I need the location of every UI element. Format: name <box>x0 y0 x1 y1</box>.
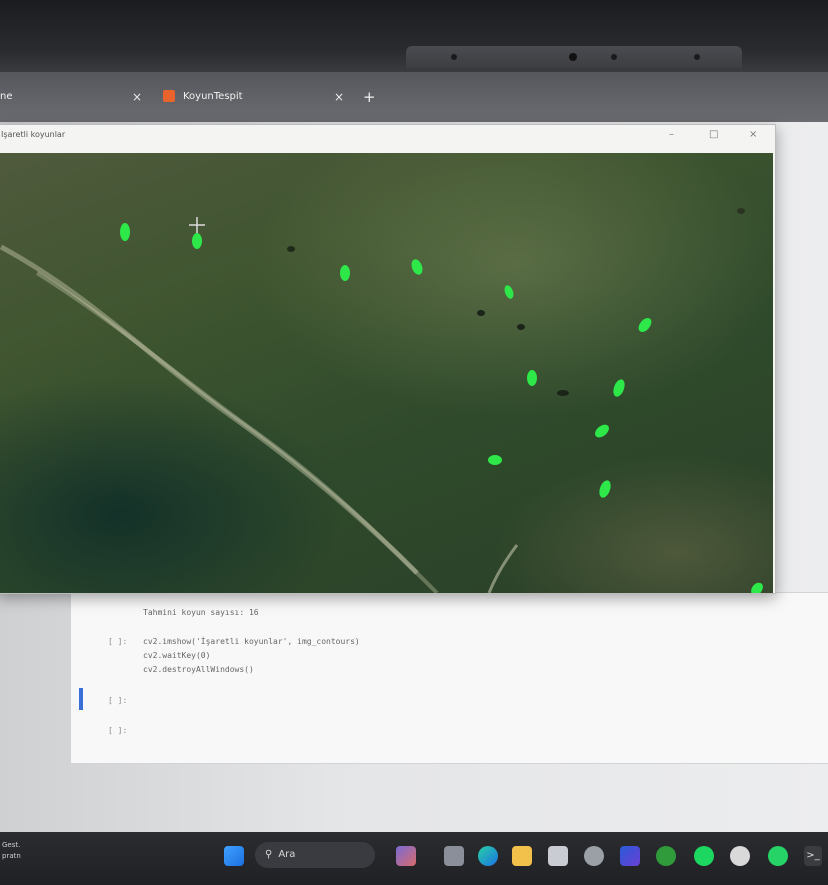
taskbar-weather[interactable]: Gest. pratn <box>2 840 21 862</box>
cell-prompt[interactable]: [ ]: <box>108 726 127 735</box>
terminal-icon[interactable]: >_ <box>804 846 822 866</box>
shadow-spot <box>737 208 745 214</box>
opencv-window[interactable]: Işaretli koyunlar – □ × <box>0 124 776 594</box>
sensor-dot <box>451 54 457 60</box>
taskbar-side-text: pratn <box>2 852 21 860</box>
search-icon: ⚲ <box>265 849 273 860</box>
sensor-dot <box>611 54 617 60</box>
track-line <box>35 271 439 593</box>
webcam-bar <box>406 46 742 68</box>
active-cell-indicator <box>79 688 83 710</box>
new-tab-button[interactable]: + <box>363 82 376 112</box>
tab-notebook[interactable]: ne <box>0 82 13 112</box>
sheep-marker <box>751 582 763 593</box>
shadow-spot <box>477 310 485 316</box>
taskbar-search[interactable]: ⚲ Ara <box>255 842 375 868</box>
jupyter-icon <box>163 90 175 102</box>
sheep-marker <box>192 233 202 249</box>
track-line <box>487 544 519 593</box>
screen-photo: ne × KoyunTespit × + Tahmini koyun sayıs… <box>0 0 828 885</box>
windows-start-icon[interactable] <box>224 846 244 866</box>
sheep-marker <box>638 318 652 332</box>
sheep-marker <box>411 259 423 275</box>
gear-icon[interactable] <box>730 846 750 866</box>
sheep-marker <box>504 285 514 299</box>
tab-label: KoyunTespit <box>183 91 243 102</box>
track-line <box>0 244 419 575</box>
file-explorer-icon[interactable] <box>444 846 464 866</box>
shadow-spot <box>517 324 525 330</box>
search-placeholder: Ara <box>278 849 296 860</box>
sheep-marker <box>595 424 609 438</box>
minimize-button[interactable]: – <box>669 129 674 140</box>
cell-prompt: [ ]: <box>108 637 128 646</box>
webcam-lens <box>569 53 577 61</box>
crosshair-cursor-icon <box>189 217 205 233</box>
edge-icon[interactable] <box>478 846 498 866</box>
spotify-icon[interactable] <box>694 846 714 866</box>
aerial-pasture-svg <box>0 208 763 593</box>
window-title: Işaretli koyunlar <box>1 130 66 139</box>
tab-close-button[interactable]: × <box>132 82 142 112</box>
sheep-marker <box>613 379 625 397</box>
code-line[interactable]: cv2.destroyAllWindows() <box>143 665 254 674</box>
sensor-dot <box>694 54 700 60</box>
pycharm-icon[interactable] <box>620 846 640 866</box>
sheep-detection-image <box>0 153 773 593</box>
taskbar-side-text: Gest. <box>2 841 21 849</box>
sheep-marker <box>527 370 537 386</box>
browser-tab-strip: ne × KoyunTespit × + <box>0 72 828 122</box>
tab-close-button[interactable]: × <box>334 82 344 112</box>
settings-icon[interactable] <box>584 846 604 866</box>
tab-label: ne <box>0 91 13 102</box>
sheep-marker <box>120 223 130 241</box>
sheep-marker <box>488 455 502 465</box>
code-line[interactable]: cv2.imshow('İşaretli koyunlar', img_cont… <box>143 637 360 646</box>
xbox-icon[interactable] <box>656 846 676 866</box>
widgets-icon[interactable] <box>396 846 416 866</box>
sheep-marker <box>599 480 611 498</box>
notebook-cells <box>70 592 828 764</box>
shadow-spot <box>287 246 295 252</box>
tab-koyuntespit[interactable]: KoyunTespit <box>163 82 243 112</box>
cell-prompt[interactable]: [ ]: <box>108 696 127 705</box>
cell-output: Tahmini koyun sayısı: 16 <box>143 608 259 617</box>
shadow-spot <box>557 390 569 396</box>
whatsapp-icon[interactable] <box>768 846 788 866</box>
close-button[interactable]: × <box>749 129 757 140</box>
maximize-button[interactable]: □ <box>709 129 718 140</box>
calendar-icon[interactable] <box>548 846 568 866</box>
code-line[interactable]: cv2.waitKey(0) <box>143 651 210 660</box>
folder-icon[interactable] <box>512 846 532 866</box>
sheep-marker <box>340 265 350 281</box>
